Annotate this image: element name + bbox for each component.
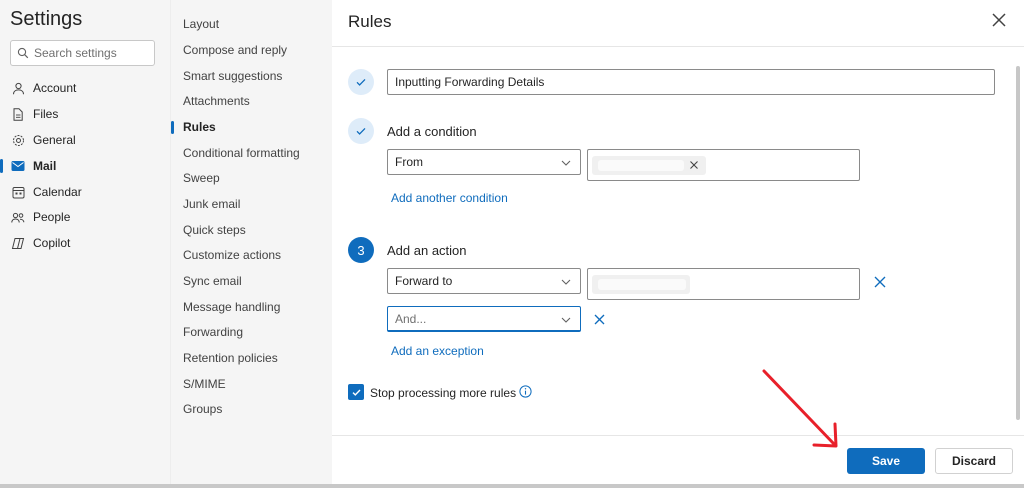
rules-panel: Rules Inputting Forwarding Details Add a… [332,0,1024,488]
settings-nav-pane: Settings Account Files General Mail Cale… [0,0,170,488]
mail-setting-junk-email[interactable]: Junk email [183,194,240,214]
mail-setting-groups[interactable]: Groups [183,399,222,419]
mail-settings-pane: Layout Compose and reply Smart suggestio… [170,0,332,488]
checkmark-icon [352,389,361,396]
footer-divider [332,435,1024,436]
mail-setting-message-handling[interactable]: Message handling [183,297,280,317]
nav-item-label: Mail [33,159,57,173]
remove-additional-action-button[interactable] [593,313,606,331]
copilot-icon [11,236,25,250]
save-button[interactable]: Save [847,448,925,474]
add-exception-link[interactable]: Add an exception [391,344,484,358]
additional-action-dropdown[interactable]: And... [387,306,581,332]
settings-title: Settings [10,8,83,30]
nav-item-label: General [33,133,76,147]
close-icon [874,276,886,288]
condition-value-field[interactable] [587,149,860,181]
nav-item-label: People [33,210,71,224]
close-button[interactable] [989,10,1009,30]
nav-item-calendar[interactable]: Calendar [0,181,170,203]
search-box[interactable] [10,40,155,66]
nav-item-general[interactable]: General [0,129,170,151]
checkmark-icon [356,78,366,86]
rule-name-input[interactable]: Inputting Forwarding Details [387,69,995,95]
mail-setting-compose-and-reply[interactable]: Compose and reply [183,40,287,60]
mail-setting-customize-actions[interactable]: Customize actions [183,245,281,265]
nav-item-label: Calendar [33,185,82,199]
mail-setting-smime[interactable]: S/MIME [183,374,226,394]
recipient-chip[interactable] [592,156,706,175]
redacted-address [598,279,686,290]
add-another-condition-link[interactable]: Add another condition [391,191,508,205]
scrollbar-thumb[interactable] [1016,66,1020,420]
nav-item-mail[interactable]: Mail [0,155,170,177]
nav-item-people[interactable]: People [0,206,170,228]
step-3-indicator: 3 [348,237,374,263]
add-condition-heading: Add a condition [387,124,477,139]
forward-to-value-field[interactable] [587,268,860,300]
remove-action-button[interactable] [873,275,887,294]
chip-remove-icon[interactable] [689,160,699,170]
mail-setting-quick-steps[interactable]: Quick steps [183,220,246,240]
condition-dropdown[interactable]: From [387,149,581,175]
close-icon [992,13,1006,27]
chevron-down-icon [561,160,571,166]
nav-item-account[interactable]: Account [0,77,170,99]
mail-setting-rules[interactable]: Rules [171,117,216,137]
rules-title: Rules [348,12,392,31]
mail-setting-forwarding[interactable]: Forwarding [183,322,243,342]
search-input[interactable] [34,46,144,60]
add-action-heading: Add an action [387,243,467,258]
action-dropdown-value: Forward to [395,274,453,288]
additional-action-placeholder: And... [395,311,427,326]
mail-icon [11,159,25,173]
nav-item-files[interactable]: Files [0,103,170,125]
action-dropdown[interactable]: Forward to [387,268,581,294]
nav-item-copilot[interactable]: Copilot [0,232,170,254]
step-1-complete-indicator [348,69,374,95]
header-divider [332,46,1024,47]
annotation-arrow-icon [762,369,838,448]
person-icon [11,81,25,95]
condition-dropdown-value: From [395,155,423,169]
close-icon [594,314,605,325]
gear-icon [11,133,25,147]
mail-setting-sweep[interactable]: Sweep [183,168,220,188]
info-icon[interactable] [519,385,532,398]
calendar-icon [11,185,25,199]
people-icon [11,210,25,224]
redacted-address [598,160,684,171]
mail-setting-retention-policies[interactable]: Retention policies [183,348,278,368]
nav-item-label: Files [33,107,59,121]
stop-processing-label: Stop processing more rules [370,386,517,400]
chevron-down-icon [561,317,571,323]
nav-item-label: Account [33,81,77,95]
panel-scrollbar[interactable] [1014,60,1022,430]
stop-processing-checkbox[interactable] [348,384,364,400]
nav-item-label: Copilot [33,236,71,250]
mail-setting-layout[interactable]: Layout [183,14,219,34]
search-icon [17,47,29,59]
discard-button[interactable]: Discard [935,448,1013,474]
step-2-complete-indicator [348,118,374,144]
mail-setting-sync-email[interactable]: Sync email [183,271,242,291]
file-icon [11,107,25,121]
chevron-down-icon [561,279,571,285]
window-bottom-edge [0,484,1024,488]
recipient-chip[interactable] [592,275,690,294]
mail-setting-conditional-formatting[interactable]: Conditional formatting [183,143,300,163]
mail-setting-smart-suggestions[interactable]: Smart suggestions [183,66,282,86]
mail-setting-attachments[interactable]: Attachments [183,91,250,111]
checkmark-icon [356,127,366,135]
